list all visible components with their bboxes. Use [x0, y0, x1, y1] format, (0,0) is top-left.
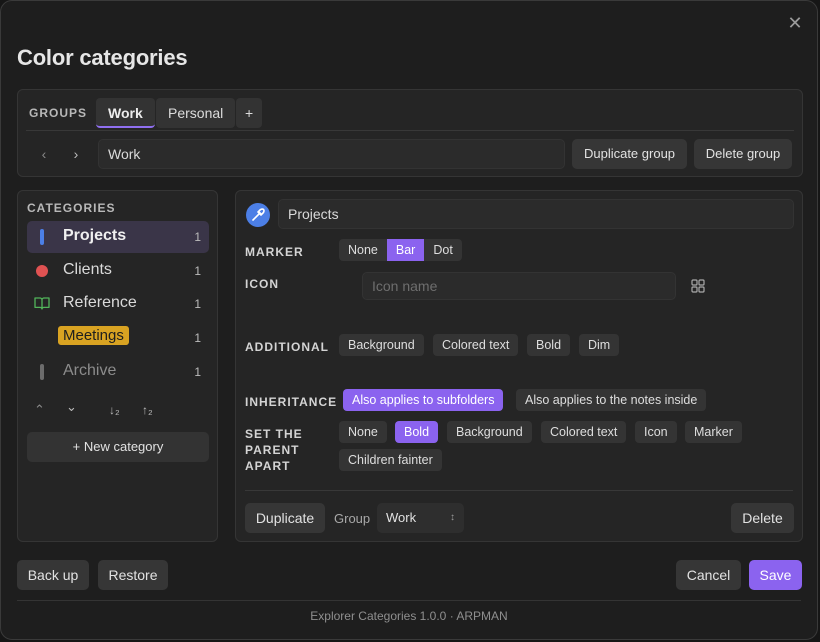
group-select[interactable]: Work ↕ [377, 503, 464, 533]
inheritance-option-notes-inside[interactable]: Also applies to the notes inside [516, 389, 707, 411]
category-name: Archive [63, 362, 117, 379]
groups-divider [26, 130, 794, 131]
additional-option-colored-text[interactable]: Colored text [433, 334, 519, 356]
marker-label: MARKER [245, 245, 304, 259]
chevron-right-icon[interactable]: › [68, 146, 84, 162]
category-item-reference[interactable]: Reference 1 [27, 288, 209, 320]
inheritance-label: INHERITANCE [245, 395, 338, 409]
close-icon[interactable]: ✕ [785, 13, 805, 33]
chevron-left-icon[interactable]: ‹ [36, 146, 52, 162]
sort-descending-icon[interactable]: ↑₂ [142, 403, 153, 417]
category-count: 1 [194, 331, 201, 345]
editor-divider [245, 490, 793, 491]
icon-label: ICON [245, 277, 279, 291]
set-parent-apart-label: SET THE PARENT APART [245, 427, 303, 473]
back-up-button[interactable]: Back up [17, 560, 89, 590]
tab-work[interactable]: Work [96, 98, 155, 128]
tab-personal[interactable]: Personal [156, 98, 236, 128]
marker-option-dot[interactable]: Dot [424, 239, 461, 261]
category-item-projects[interactable]: Projects 1 [27, 221, 209, 253]
category-count: 1 [194, 297, 201, 311]
category-count: 1 [194, 264, 201, 278]
dialog-title: Color categories [17, 45, 188, 70]
cancel-button[interactable]: Cancel [676, 560, 741, 590]
category-item-clients[interactable]: Clients 1 [27, 255, 209, 287]
category-editor-panel: Projects MARKER None Bar Dot ICON Icon n… [235, 190, 803, 542]
inheritance-option-subfolders[interactable]: Also applies to subfolders [343, 389, 504, 411]
categories-label: CATEGORIES [27, 201, 116, 215]
chevron-up-icon[interactable]: ⌃ [34, 402, 45, 418]
color-categories-dialog: ✕ Color categories GROUPS Work Personal … [0, 0, 818, 640]
additional-option-dim[interactable]: Dim [579, 334, 620, 356]
dot-marker [36, 265, 48, 277]
category-name: Clients [63, 261, 112, 278]
group-select-label: Group [334, 511, 371, 526]
category-name: Projects [63, 227, 127, 244]
category-item-meetings[interactable]: Meetings 1 [27, 322, 209, 354]
parent-option-children-fainter[interactable]: Children fainter [339, 449, 442, 471]
grid-icon[interactable] [690, 278, 706, 299]
parent-option-colored-text[interactable]: Colored text [541, 421, 627, 443]
parent-option-background[interactable]: Background [447, 421, 532, 443]
bar-marker [40, 364, 44, 380]
parent-option-marker[interactable]: Marker [685, 421, 742, 443]
marker-option-bar[interactable]: Bar [386, 239, 425, 261]
additional-option-background[interactable]: Background [339, 334, 424, 356]
new-category-button[interactable]: + New category [27, 432, 209, 462]
group-name-input[interactable]: Work [98, 139, 565, 169]
icon-name-input[interactable]: Icon name [362, 272, 676, 300]
parent-option-none[interactable]: None [339, 421, 387, 443]
save-button[interactable]: Save [749, 560, 802, 590]
marker-option-none[interactable]: None [339, 239, 387, 261]
category-item-archive[interactable]: Archive 1 [27, 356, 209, 388]
footer-credit: Explorer Categories 1.0.0 · ARPMAN [310, 609, 508, 623]
marker-segmented-control: None Bar Dot [339, 239, 462, 261]
additional-option-bold[interactable]: Bold [527, 334, 571, 356]
category-name: Meetings [58, 326, 129, 345]
category-name: Reference [63, 294, 137, 311]
duplicate-group-button[interactable]: Duplicate group [572, 139, 687, 169]
groups-panel: GROUPS Work Personal + ‹ › Work Duplicat… [17, 89, 803, 177]
select-arrows-icon: ↕ [450, 512, 455, 523]
chevron-down-icon[interactable]: ⌄ [66, 399, 77, 415]
additional-label: ADDITIONAL [245, 340, 329, 354]
footer-divider [17, 600, 801, 601]
delete-category-button[interactable]: Delete [731, 503, 794, 533]
book-icon [34, 295, 50, 316]
pipette-icon[interactable] [246, 203, 270, 227]
category-name-input[interactable]: Projects [278, 199, 794, 229]
parent-option-icon[interactable]: Icon [635, 421, 677, 443]
group-select-value: Work [386, 510, 417, 525]
add-group-button[interactable]: + [236, 98, 263, 128]
category-count: 1 [194, 230, 201, 244]
duplicate-category-button[interactable]: Duplicate [245, 503, 325, 533]
delete-group-button[interactable]: Delete group [694, 139, 792, 169]
groups-label: GROUPS [29, 106, 88, 120]
categories-panel: CATEGORIES Projects 1 Clients 1 Referenc… [17, 190, 218, 542]
category-count: 1 [194, 365, 201, 379]
parent-option-bold[interactable]: Bold [395, 421, 439, 443]
bar-marker [40, 229, 44, 245]
restore-button[interactable]: Restore [98, 560, 168, 590]
sort-ascending-icon[interactable]: ↓₂ [109, 403, 120, 417]
